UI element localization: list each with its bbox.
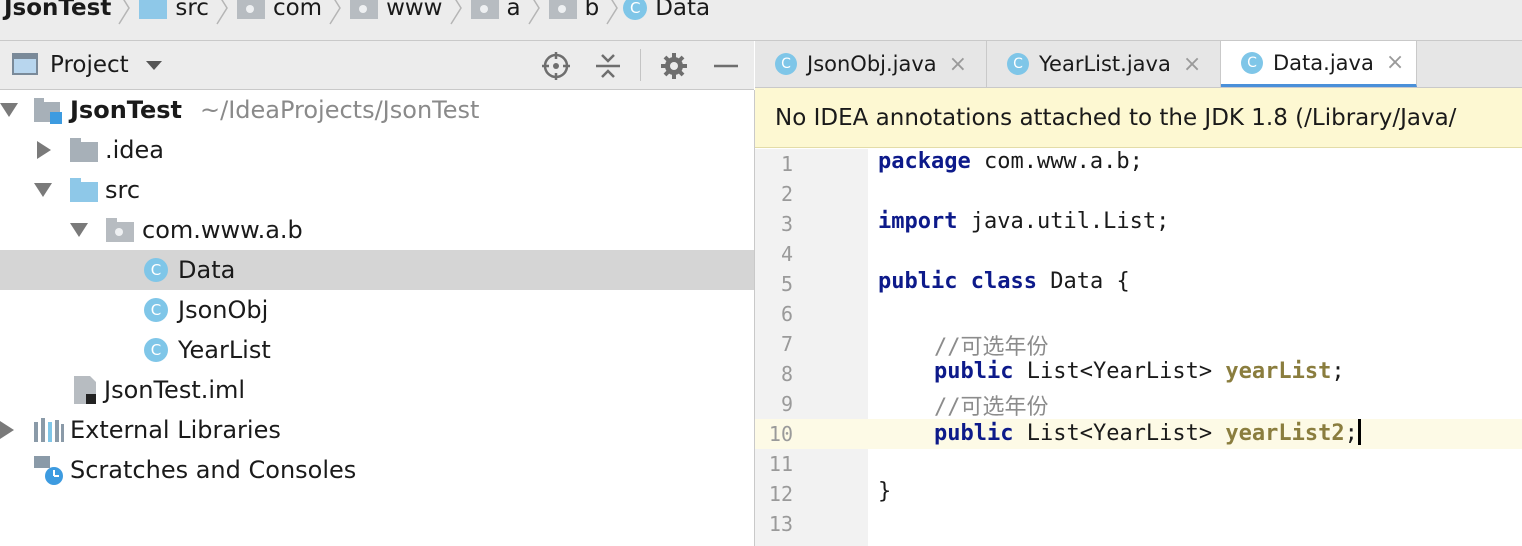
- code-line: }: [878, 479, 892, 504]
- tree-item-external-libraries[interactable]: External Libraries: [0, 410, 754, 450]
- chevron-right-icon: [118, 0, 131, 25]
- code-line: package com.www.a.b;: [878, 149, 1143, 174]
- code-line: public class Data {: [878, 269, 1130, 294]
- class-icon: C: [1007, 53, 1029, 75]
- class-icon: C: [623, 0, 648, 20]
- line-number: 2: [780, 182, 793, 206]
- breadcrumb-a[interactable]: a: [467, 0, 521, 21]
- breadcrumb-project[interactable]: JsonTest: [0, 0, 111, 21]
- locate-icon[interactable]: [541, 51, 571, 81]
- line-number: 5: [780, 272, 793, 296]
- line-number: 7: [780, 332, 793, 356]
- line-number: 8: [780, 362, 793, 386]
- source-folder-icon: [70, 178, 98, 202]
- line-number: 6: [780, 302, 793, 326]
- expand-arrow-icon[interactable]: [34, 183, 52, 197]
- text-caret: [1357, 419, 1361, 445]
- class-icon: C: [775, 53, 797, 75]
- breadcrumb-com[interactable]: com: [233, 0, 322, 21]
- folder-icon: [70, 138, 98, 162]
- close-icon[interactable]: ×: [1386, 50, 1404, 75]
- chevron-right-icon: [606, 0, 619, 25]
- chevron-down-icon[interactable]: [146, 61, 162, 70]
- tree-item-yearlist[interactable]: C YearList: [0, 330, 754, 370]
- line-number: 10: [768, 422, 793, 446]
- editor-gutter: 1 2 3 4 5 6 7 8 9 10 11 12 13: [755, 149, 917, 546]
- close-icon[interactable]: ×: [949, 52, 967, 77]
- project-tree: JsonTest ~/IdeaProjects/JsonTest .idea s…: [0, 90, 755, 546]
- class-icon: C: [144, 298, 168, 322]
- library-icon: [34, 418, 64, 442]
- class-icon: C: [1241, 51, 1263, 74]
- editor-tabs: C JsonObj.java × C YearList.java × C Dat…: [755, 41, 1522, 88]
- tree-item-package[interactable]: com.www.a.b: [0, 210, 754, 250]
- code-line: import java.util.List;: [878, 209, 1170, 234]
- tree-item-src[interactable]: src: [0, 170, 754, 210]
- code-editor[interactable]: package com.www.a.b; import java.util.Li…: [868, 149, 1522, 546]
- expand-arrow-icon[interactable]: [0, 421, 14, 439]
- close-icon[interactable]: ×: [1183, 52, 1201, 77]
- package-icon: [236, 0, 265, 19]
- tree-item-jsonobj[interactable]: C JsonObj: [0, 290, 754, 330]
- expand-arrow-icon[interactable]: [0, 103, 18, 117]
- tree-item-scratches[interactable]: Scratches and Consoles: [0, 450, 754, 490]
- expand-arrow-icon[interactable]: [37, 141, 51, 159]
- line-number: 13: [768, 512, 793, 536]
- breadcrumb-b[interactable]: b: [545, 0, 599, 21]
- scratches-icon: [34, 456, 63, 485]
- line-number: 9: [780, 392, 793, 416]
- navigation-bar: JsonTest src com www a b C Data: [0, 0, 1522, 41]
- code-line: //可选年份: [934, 395, 1049, 420]
- annotations-notice: No IDEA annotations attached to the JDK …: [755, 88, 1522, 148]
- module-folder-icon: [34, 98, 62, 124]
- breadcrumb-www[interactable]: www: [346, 0, 443, 21]
- tree-item-iml[interactable]: JsonTest.iml: [0, 370, 754, 410]
- package-icon: [548, 0, 577, 19]
- chevron-right-icon: [329, 0, 341, 25]
- line-number: 4: [780, 242, 793, 266]
- project-panel-header: Project: [0, 41, 754, 90]
- toolbar-separator: [640, 49, 641, 81]
- chevron-right-icon: [449, 0, 462, 25]
- breadcrumb-file[interactable]: C Data: [623, 0, 710, 21]
- expand-arrow-icon[interactable]: [70, 223, 88, 237]
- tab-jsonobj[interactable]: C JsonObj.java ×: [755, 41, 987, 87]
- package-icon: [350, 0, 379, 19]
- minimize-icon[interactable]: [711, 51, 741, 81]
- collapse-all-icon[interactable]: [593, 51, 623, 81]
- source-folder-icon: [139, 0, 168, 19]
- tree-item-data[interactable]: C Data: [0, 250, 754, 290]
- tree-item-jsontest[interactable]: JsonTest ~/IdeaProjects/JsonTest: [0, 90, 754, 130]
- line-number: 3: [780, 212, 793, 236]
- line-number: 1: [780, 152, 793, 176]
- package-icon: [106, 218, 134, 242]
- project-window-icon: [12, 53, 38, 75]
- tab-yearlist[interactable]: C YearList.java ×: [987, 41, 1221, 87]
- class-icon: C: [144, 338, 168, 362]
- package-icon: [470, 0, 499, 19]
- module-file-icon: [74, 376, 96, 404]
- code-line: public List<YearList> yearList2;: [934, 419, 1361, 446]
- chevron-right-icon: [216, 0, 228, 25]
- line-number: 12: [768, 482, 793, 506]
- line-number: 11: [768, 452, 793, 476]
- chevron-right-icon: [527, 0, 540, 25]
- project-view-selector[interactable]: Project: [50, 52, 129, 78]
- tab-data[interactable]: C Data.java ×: [1221, 41, 1417, 87]
- code-line: //可选年份: [934, 335, 1049, 360]
- tree-item-idea[interactable]: .idea: [0, 130, 754, 170]
- code-line: public List<YearList> yearList;: [934, 359, 1345, 384]
- gear-icon[interactable]: [659, 51, 689, 81]
- class-icon: C: [144, 258, 168, 282]
- breadcrumb-src[interactable]: src: [135, 0, 209, 21]
